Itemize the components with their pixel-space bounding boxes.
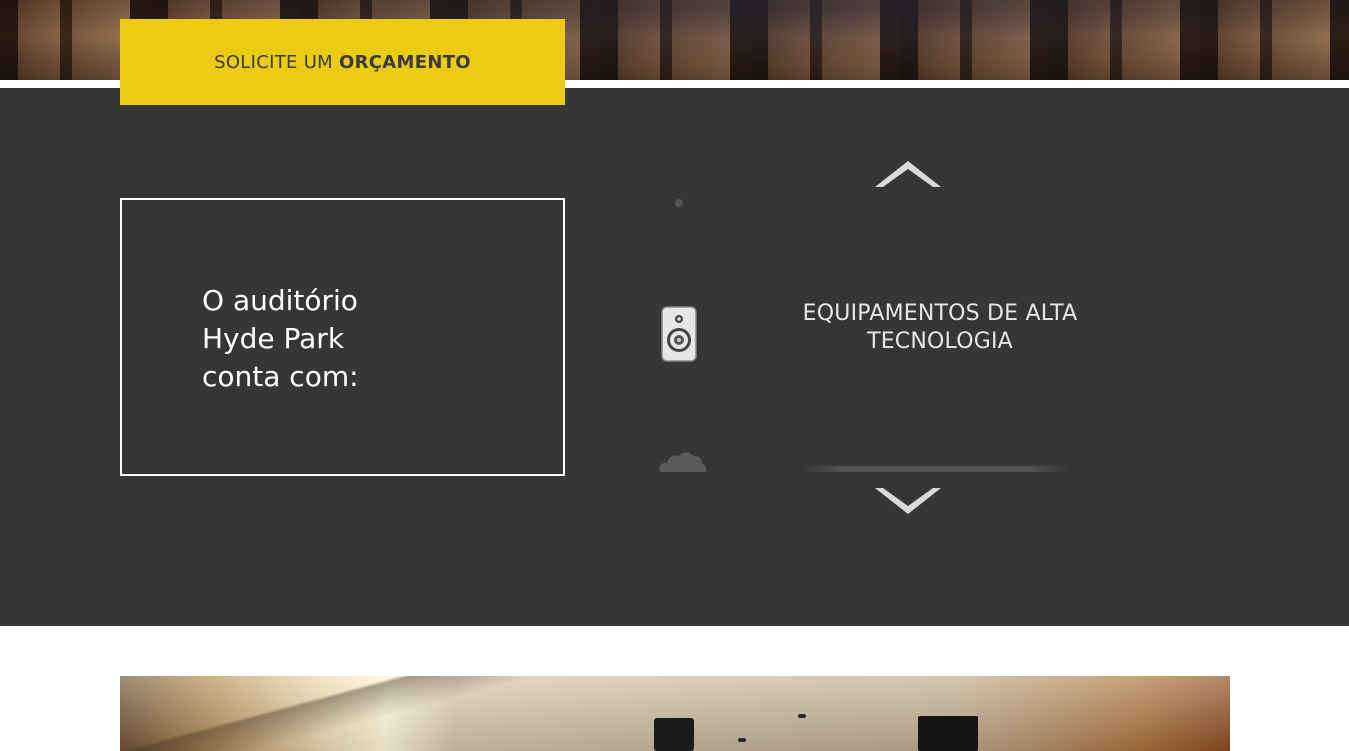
carousel-up-arrow-icon[interactable] bbox=[873, 153, 943, 191]
feature-label: EQUIPAMENTOS DE ALTA TECNOLOGIA bbox=[802, 301, 1078, 354]
auditorium-photo bbox=[120, 676, 1230, 751]
carousel-dot-icon bbox=[675, 199, 683, 207]
cloud-icon bbox=[659, 452, 707, 472]
carousel-down-arrow-icon[interactable] bbox=[873, 484, 943, 522]
intro-text: O auditório Hyde Park conta com: bbox=[202, 284, 359, 393]
next-feature-label-fade bbox=[800, 466, 1070, 472]
ceiling-speaker-icon bbox=[918, 716, 978, 751]
ceiling-light-icon bbox=[738, 738, 746, 742]
ceiling-speaker-icon bbox=[654, 718, 694, 751]
request-quote-button[interactable]: SOLICITE UM ORÇAMENTO bbox=[120, 19, 565, 105]
request-quote-label: SOLICITE UM bbox=[214, 51, 334, 73]
intro-box: O auditório Hyde Park conta com: bbox=[120, 198, 565, 476]
request-quote-label-bold: ORÇAMENTO bbox=[339, 51, 471, 73]
speaker-icon bbox=[661, 306, 697, 362]
ceiling-light-icon bbox=[798, 714, 806, 718]
